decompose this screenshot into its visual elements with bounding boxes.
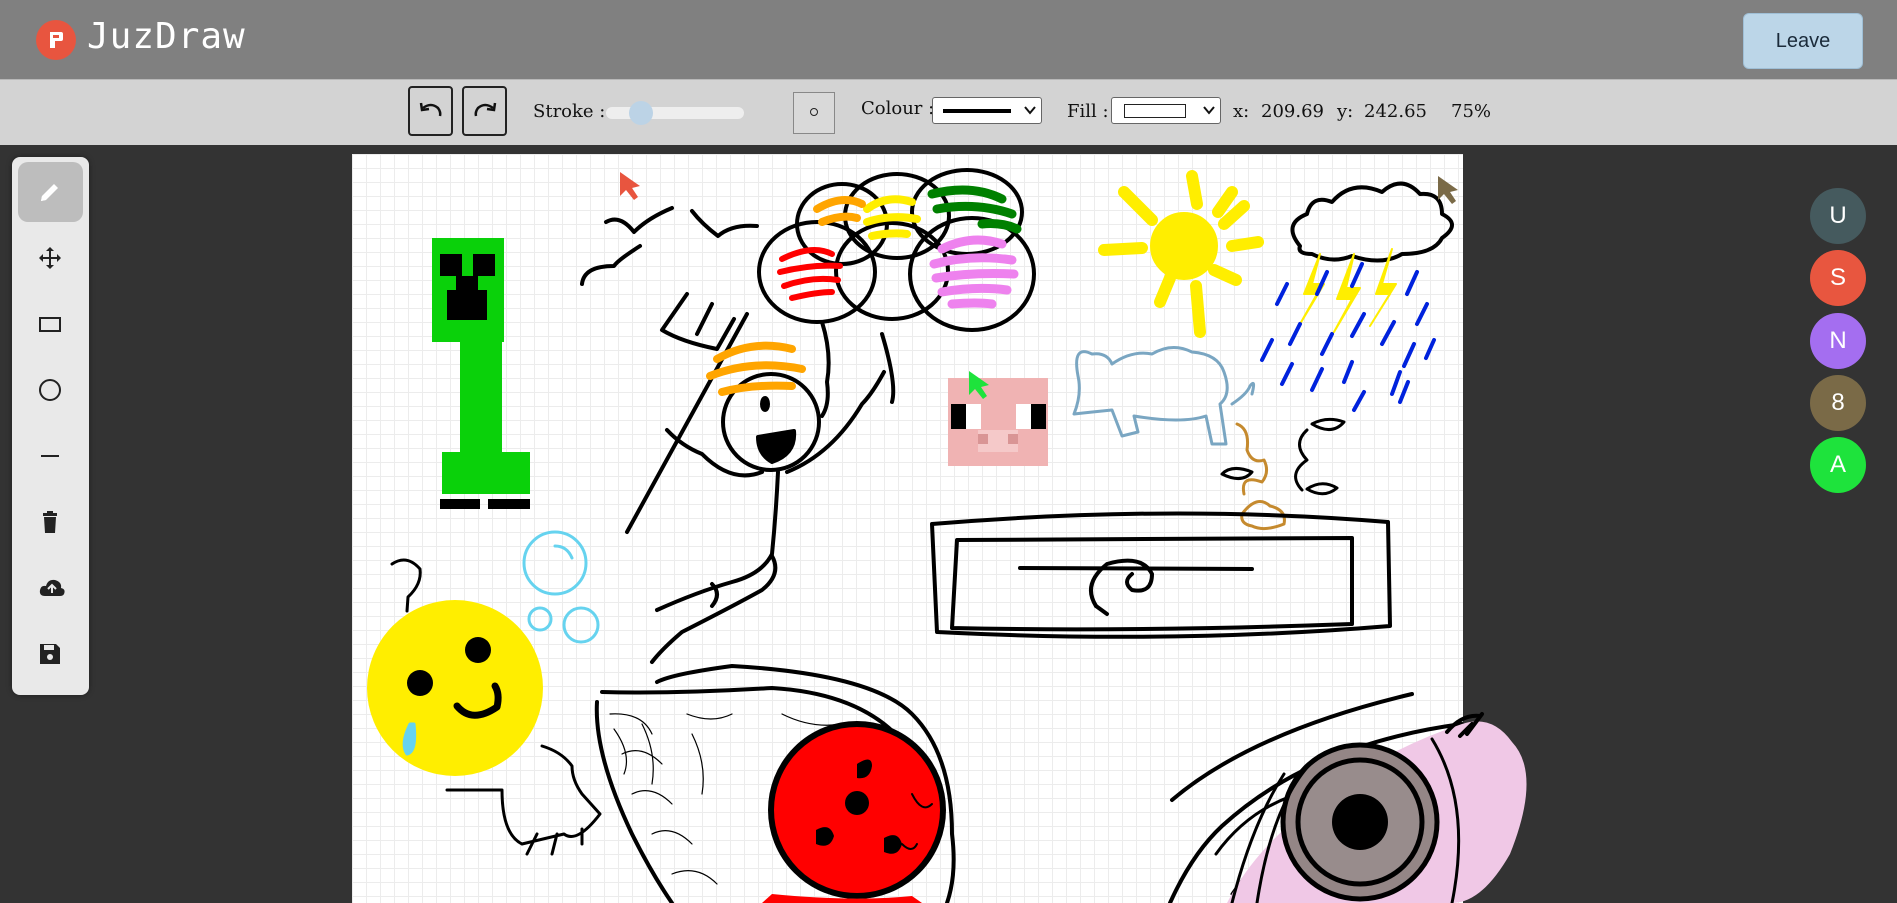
canvas-drawing [367,168,1527,903]
user-avatar-u[interactable]: U [1810,188,1866,244]
delete-tool-button[interactable] [18,492,83,552]
logo-mark-icon [50,32,63,48]
line-tool-button[interactable] [18,426,83,486]
fill-select[interactable] [1111,97,1221,124]
trash-icon [43,511,57,533]
user-avatar-8[interactable]: 8 [1810,375,1866,431]
toolbar: Stroke : Colour : Fill : x: 209.69 y: 24… [0,79,1897,145]
stroke-preview-button[interactable] [793,92,835,134]
rectangle-tool-button[interactable] [18,294,83,354]
chevron-down-icon [1203,106,1215,115]
y-value: 242.65 [1364,101,1427,122]
line-icon [41,455,59,457]
x-value: 209.69 [1261,101,1324,122]
circle-tool-button[interactable] [18,360,83,420]
user-avatar-n[interactable]: N [1810,313,1866,369]
fill-label: Fill : [1067,101,1109,122]
user-avatar-s[interactable]: S [1810,250,1866,306]
fill-swatch [1124,104,1186,118]
app-logo [36,20,76,60]
redo-button[interactable] [462,86,507,136]
stroke-label: Stroke : [533,101,606,122]
stroke-dot-icon [810,108,818,116]
upload-icon [39,579,65,596]
x-label: x: [1233,101,1250,122]
zoom-level: 75% [1451,101,1492,122]
pencil-tool-button[interactable] [18,162,83,222]
user-avatar-a[interactable]: A [1810,437,1866,493]
y-label: y: [1337,101,1354,122]
app-title: JuzDraw [87,16,246,57]
drawing-canvas[interactable] [352,154,1527,903]
colour-swatch [943,109,1011,113]
move-tool-button[interactable] [18,228,83,288]
undo-icon [419,102,442,117]
leave-button[interactable]: Leave [1743,13,1863,69]
stroke-slider[interactable] [606,101,744,125]
chevron-down-icon [1024,106,1036,115]
colour-label: Colour : [861,98,935,119]
top-bar: JuzDraw Leave [0,0,1897,79]
stroke-slider-thumb[interactable] [628,101,653,125]
rectangle-icon [39,317,61,332]
save-icon [40,644,60,664]
colour-select[interactable] [932,97,1042,124]
upload-tool-button[interactable] [18,558,83,618]
circle-icon [39,379,61,401]
move-icon [39,247,61,269]
undo-button[interactable] [408,86,453,136]
save-tool-button[interactable] [18,624,83,684]
redo-icon [474,102,497,117]
pencil-icon [41,184,58,201]
tool-panel [12,157,89,695]
